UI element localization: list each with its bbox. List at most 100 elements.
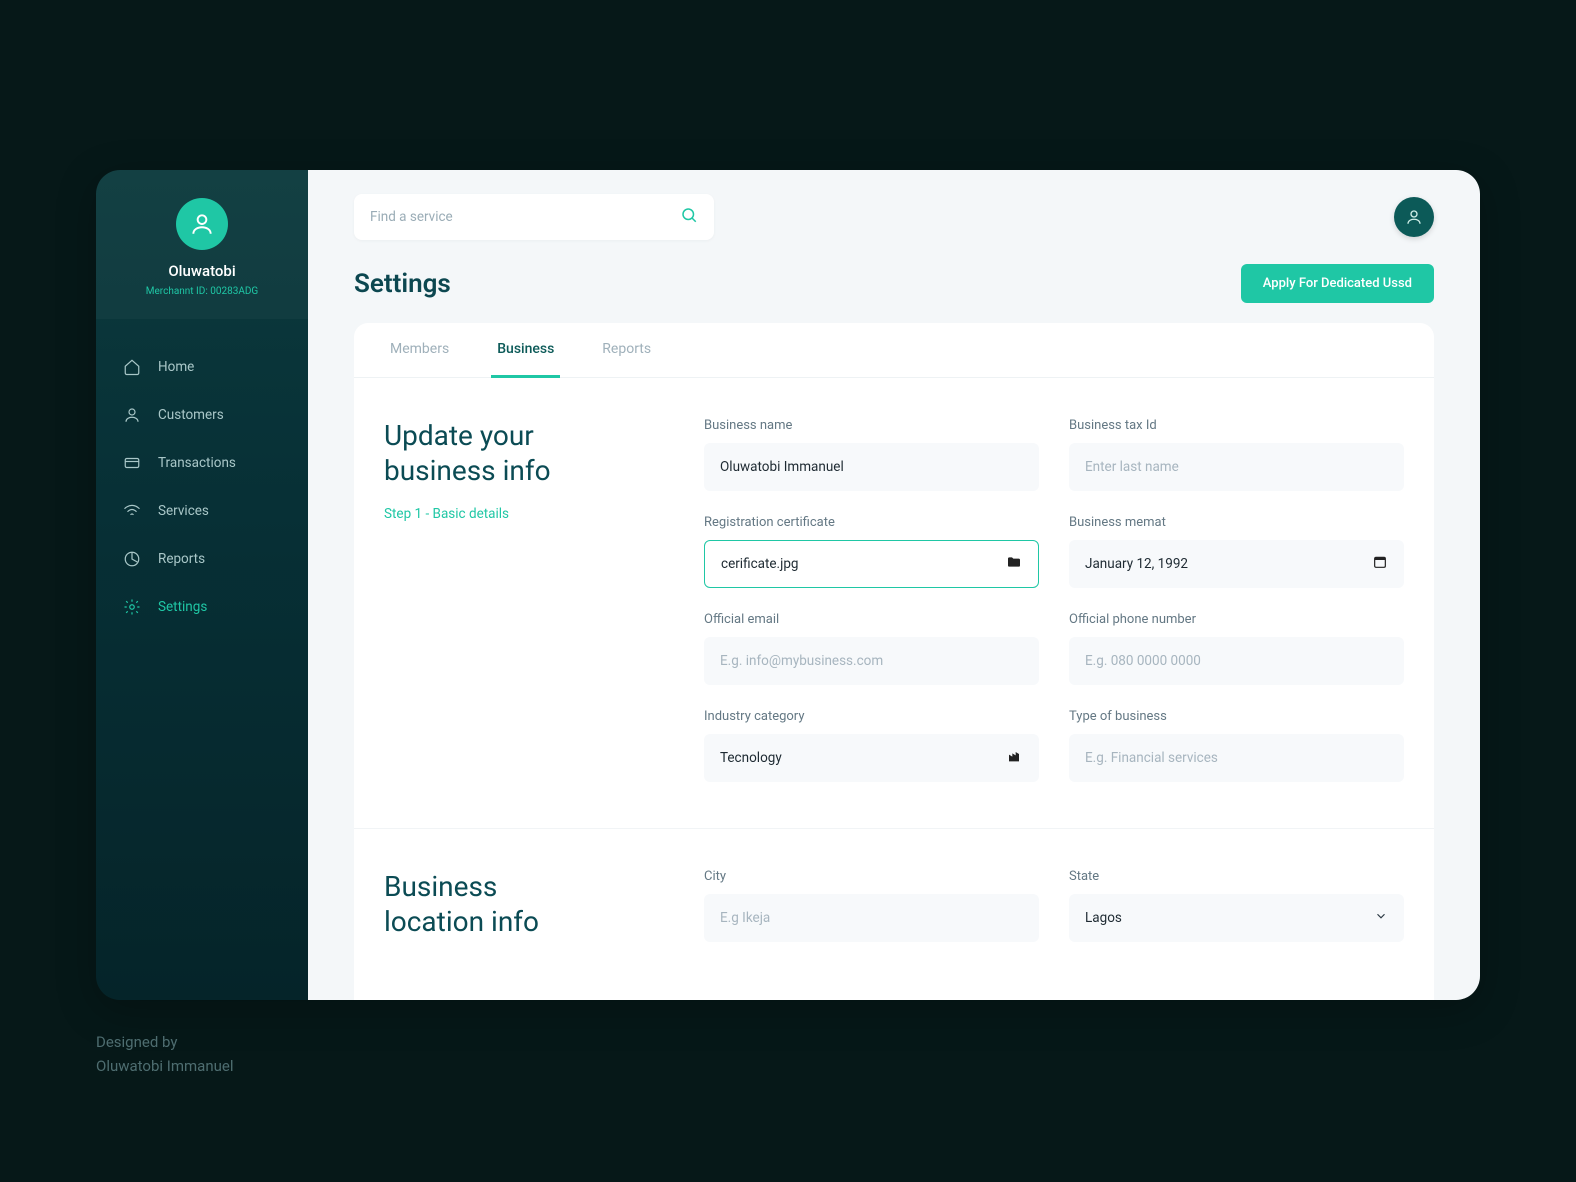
sidebar-item-customers[interactable]: Customers xyxy=(96,391,308,439)
section-business-info: Update your business info Step 1 - Basic… xyxy=(354,378,1434,829)
profile-name: Oluwatobi xyxy=(96,262,308,280)
file-name: cerificate.jpg xyxy=(721,556,1006,572)
sidebar-item-settings[interactable]: Settings xyxy=(96,583,308,631)
pie-chart-icon xyxy=(122,549,142,569)
field-label: Industry category xyxy=(704,709,1039,724)
gear-icon xyxy=(122,597,142,617)
sidebar-item-services[interactable]: Services xyxy=(96,487,308,535)
reg-cert-input[interactable]: cerificate.jpg xyxy=(704,540,1039,588)
sidebar-item-label: Settings xyxy=(158,599,207,615)
text-input[interactable] xyxy=(1085,653,1388,669)
memat-input[interactable]: January 12, 1992 xyxy=(1069,540,1404,588)
form-grid: Business name Business tax Id Registrati… xyxy=(704,418,1404,782)
settings-card: Members Business Reports Update your bus… xyxy=(354,323,1434,1000)
field-memat: Business memat January 12, 1992 xyxy=(1069,515,1404,588)
search-input[interactable] xyxy=(370,209,680,225)
app-window: Oluwatobi Merchannt ID: 00283ADG Home Cu… xyxy=(96,170,1480,1000)
section-header: Business location info xyxy=(384,869,664,942)
tabs: Members Business Reports xyxy=(354,323,1434,378)
section-title-line: business info xyxy=(384,454,551,487)
industry-input[interactable]: Tecnology xyxy=(704,734,1039,782)
industry-value: Tecnology xyxy=(720,750,1007,766)
phone-input[interactable] xyxy=(1069,637,1404,685)
merchant-id: Merchannt ID: 00283ADG xyxy=(96,286,308,297)
field-label: Business memat xyxy=(1069,515,1404,530)
section-title-line: Update your xyxy=(384,419,534,452)
text-input[interactable] xyxy=(720,653,1023,669)
chevron-down-icon xyxy=(1374,909,1388,927)
avatar[interactable] xyxy=(176,198,228,250)
tab-reports[interactable]: Reports xyxy=(596,323,657,378)
field-industry: Industry category Tecnology xyxy=(704,709,1039,782)
field-label: Business name xyxy=(704,418,1039,433)
topbar xyxy=(308,170,1480,240)
select-value: Lagos xyxy=(1085,910,1374,926)
sidebar-item-label: Reports xyxy=(158,551,205,567)
text-input[interactable] xyxy=(1085,459,1388,475)
tab-business[interactable]: Business xyxy=(491,323,560,378)
field-business-name: Business name xyxy=(704,418,1039,491)
credit-line: Oluwatobi Immanuel xyxy=(96,1054,233,1078)
main-panel: Settings Apply For Dedicated Ussd Member… xyxy=(308,170,1480,1000)
field-tax-id: Business tax Id xyxy=(1069,418,1404,491)
text-input[interactable] xyxy=(720,459,1023,475)
field-label: Type of business xyxy=(1069,709,1404,724)
section-title: Business location info xyxy=(384,869,664,939)
industry-icon xyxy=(1007,748,1023,768)
user-icon xyxy=(189,211,215,237)
sidebar-item-label: Customers xyxy=(158,407,224,423)
apply-ussd-button[interactable]: Apply For Dedicated Ussd xyxy=(1241,264,1434,303)
section-location-info: Business location info City State xyxy=(354,829,1434,988)
credit-line: Designed by xyxy=(96,1030,233,1054)
page-title: Settings xyxy=(354,269,451,299)
state-select[interactable]: Lagos xyxy=(1069,894,1404,942)
user-icon xyxy=(1405,208,1423,226)
sidebar-item-label: Transactions xyxy=(158,455,236,471)
section-title-line: Business xyxy=(384,870,497,903)
calendar-icon xyxy=(1372,554,1388,574)
sidebar-item-home[interactable]: Home xyxy=(96,343,308,391)
city-input[interactable] xyxy=(704,894,1039,942)
field-label: Registration certificate xyxy=(704,515,1039,530)
field-label: Business tax Id xyxy=(1069,418,1404,433)
section-header: Update your business info Step 1 - Basic… xyxy=(384,418,664,782)
sidebar-item-label: Home xyxy=(158,359,194,375)
text-input[interactable] xyxy=(720,910,1023,926)
business-name-input[interactable] xyxy=(704,443,1039,491)
field-label: Official email xyxy=(704,612,1039,627)
biz-type-input[interactable] xyxy=(1069,734,1404,782)
folder-icon xyxy=(1006,554,1022,574)
text-input[interactable] xyxy=(1085,750,1388,766)
field-label: City xyxy=(704,869,1039,884)
date-value: January 12, 1992 xyxy=(1085,556,1372,572)
tab-members[interactable]: Members xyxy=(384,323,455,378)
sidebar-item-reports[interactable]: Reports xyxy=(96,535,308,583)
form-grid: City State Lagos xyxy=(704,869,1404,942)
title-row: Settings Apply For Dedicated Ussd xyxy=(308,240,1480,323)
home-icon xyxy=(122,357,142,377)
sidebar-item-transactions[interactable]: Transactions xyxy=(96,439,308,487)
section-title-line: location info xyxy=(384,905,539,938)
field-label: State xyxy=(1069,869,1404,884)
search-box[interactable] xyxy=(354,194,714,240)
section-step: Step 1 - Basic details xyxy=(384,506,664,522)
design-credit: Designed by Oluwatobi Immanuel xyxy=(96,1030,233,1078)
sidebar-profile: Oluwatobi Merchannt ID: 00283ADG xyxy=(96,170,308,319)
sidebar: Oluwatobi Merchannt ID: 00283ADG Home Cu… xyxy=(96,170,308,1000)
field-city: City xyxy=(704,869,1039,942)
card-icon xyxy=(122,453,142,473)
wifi-icon xyxy=(122,501,142,521)
tax-id-input[interactable] xyxy=(1069,443,1404,491)
field-biz-type: Type of business xyxy=(1069,709,1404,782)
user-icon xyxy=(122,405,142,425)
sidebar-item-label: Services xyxy=(158,503,209,519)
field-phone: Official phone number xyxy=(1069,612,1404,685)
field-label: Official phone number xyxy=(1069,612,1404,627)
search-icon xyxy=(680,206,698,228)
field-reg-cert: Registration certificate cerificate.jpg xyxy=(704,515,1039,588)
field-email: Official email xyxy=(704,612,1039,685)
user-menu[interactable] xyxy=(1394,197,1434,237)
sidebar-nav: Home Customers Transactions Services Rep… xyxy=(96,319,308,655)
field-state: State Lagos xyxy=(1069,869,1404,942)
email-input[interactable] xyxy=(704,637,1039,685)
